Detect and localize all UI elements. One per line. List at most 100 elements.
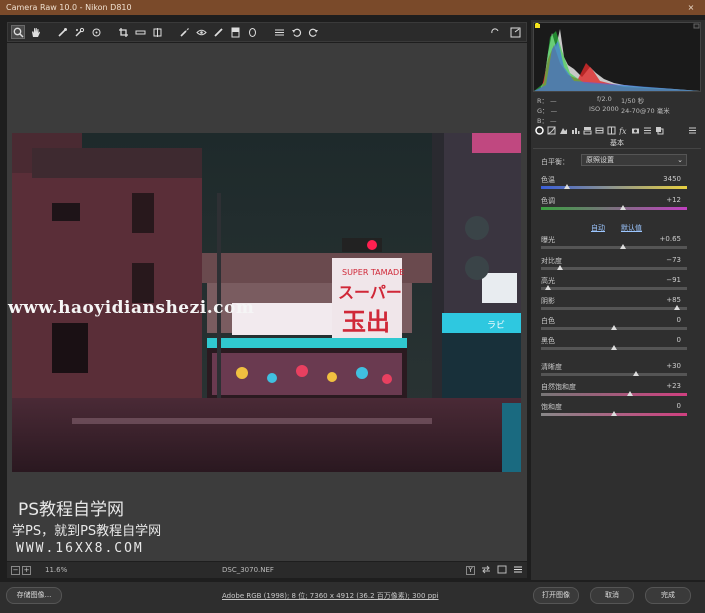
- auto-default-links: 自动 默认值: [591, 223, 642, 233]
- slider-thumb[interactable]: [632, 371, 639, 376]
- cancel-button[interactable]: 取消: [590, 587, 634, 604]
- hand-tool-icon[interactable]: [28, 25, 42, 39]
- menu-icon[interactable]: [513, 565, 523, 576]
- tab-transform-icon[interactable]: [607, 126, 616, 135]
- compare-button[interactable]: Y: [466, 565, 475, 575]
- histogram: [533, 22, 701, 92]
- sign-side: ラビ: [487, 320, 505, 331]
- slider-label: 曝光: [541, 236, 555, 244]
- zoom-controls: − +: [11, 565, 31, 575]
- rotate-right-icon[interactable]: [306, 25, 320, 39]
- tab-effects-icon[interactable]: fx: [618, 126, 628, 136]
- svg-text:fx: fx: [619, 127, 627, 135]
- slider-value[interactable]: 0: [677, 402, 681, 410]
- slider-label: 黑色: [541, 337, 555, 345]
- sign-super: SUPER TAMADE: [342, 268, 404, 277]
- adjustment-brush-icon[interactable]: [211, 25, 225, 39]
- auto-link[interactable]: 自动: [591, 223, 605, 233]
- slider-track[interactable]: [541, 186, 687, 189]
- panel-menu-icon[interactable]: [688, 126, 697, 135]
- crop-tool-icon[interactable]: [116, 25, 130, 39]
- tab-detail-icon[interactable]: [559, 126, 568, 135]
- zoom-level[interactable]: 11.6%: [45, 566, 67, 574]
- spot-removal-icon[interactable]: [177, 25, 191, 39]
- slider-thumb[interactable]: [619, 205, 626, 210]
- footer-bar: 存储图像... Adobe RGB (1998); 8 位; 7360 x 49…: [0, 582, 705, 613]
- slider-label: 清晰度: [541, 363, 562, 371]
- slider-value[interactable]: +30: [666, 362, 681, 370]
- slider-thumb[interactable]: [673, 305, 680, 310]
- slider-track[interactable]: [541, 393, 687, 396]
- tab-snapshots-icon[interactable]: [655, 126, 664, 135]
- panel-tabs: fx: [533, 124, 701, 137]
- workflow-options-link[interactable]: Adobe RGB (1998); 8 位; 7360 x 4912 (36.2…: [222, 591, 439, 601]
- white-balance-select[interactable]: 原照设置 ⌄: [581, 154, 687, 166]
- slider-value[interactable]: 3450: [663, 175, 681, 183]
- straighten-tool-icon[interactable]: [133, 25, 147, 39]
- transform-tool-icon[interactable]: [150, 25, 164, 39]
- file-name: DSC_3070.NEF: [222, 566, 274, 574]
- sign-kanji: 玉出: [342, 308, 390, 336]
- rotate-left-icon[interactable]: [289, 25, 303, 39]
- slider-label: 色温: [541, 176, 555, 184]
- title-bar: Camera Raw 10.0 - Nikon D810 ×: [0, 0, 705, 15]
- slider-value[interactable]: −91: [666, 276, 681, 284]
- slider-track[interactable]: [541, 246, 687, 249]
- white-balance-tool-icon[interactable]: [55, 25, 69, 39]
- white-balance-label: 白平衡：: [541, 158, 569, 166]
- open-image-button[interactable]: 打开图像: [533, 587, 579, 604]
- slider-row: 黑色 0: [541, 336, 687, 356]
- tab-camera-calibration-icon[interactable]: [631, 126, 640, 135]
- slider-thumb[interactable]: [556, 265, 563, 270]
- preferences-icon[interactable]: [272, 25, 286, 39]
- slider-thumb[interactable]: [619, 244, 626, 249]
- slider-value[interactable]: +0.65: [660, 235, 681, 243]
- g-value: —: [550, 107, 558, 115]
- slider-value[interactable]: −73: [666, 256, 681, 264]
- slider-thumb[interactable]: [627, 391, 634, 396]
- slider-thumb[interactable]: [611, 325, 617, 330]
- slider-thumb[interactable]: [564, 184, 571, 189]
- targeted-adjustment-icon[interactable]: [89, 25, 103, 39]
- slider-track[interactable]: [541, 373, 687, 376]
- default-link[interactable]: 默认值: [621, 223, 642, 233]
- slider-value[interactable]: +23: [666, 382, 681, 390]
- fullscreen-icon[interactable]: [508, 25, 522, 39]
- radial-filter-icon[interactable]: [245, 25, 259, 39]
- zoom-tool-icon[interactable]: [11, 25, 25, 39]
- camera-info: R： — f/2.0 1/50 秒 G： — ISO 2000 24-70@70 毫米 …: [537, 95, 699, 125]
- tab-hsl-icon[interactable]: [571, 126, 580, 135]
- color-sampler-tool-icon[interactable]: [72, 25, 86, 39]
- white-balance-value: 原照设置: [586, 156, 614, 164]
- slider-value[interactable]: 0: [677, 316, 681, 324]
- zoom-out-button[interactable]: −: [11, 565, 20, 575]
- done-button[interactable]: 完成: [645, 587, 691, 604]
- tab-tone-curve-icon[interactable]: [547, 126, 556, 135]
- tab-presets-icon[interactable]: [643, 126, 652, 135]
- slider-value[interactable]: +85: [666, 296, 681, 304]
- save-image-button[interactable]: 存储图像...: [6, 587, 62, 604]
- slider-label: 阴影: [541, 297, 555, 305]
- toggle-settings-icon[interactable]: [497, 565, 507, 576]
- slider-track[interactable]: [541, 307, 687, 310]
- tab-lens-icon[interactable]: [595, 126, 604, 135]
- slider-row: 清晰度 +30: [541, 362, 687, 382]
- slider-row: 自然饱和度 +23: [541, 382, 687, 402]
- slider-thumb[interactable]: [545, 285, 552, 290]
- red-eye-icon[interactable]: [194, 25, 208, 39]
- zoom-in-button[interactable]: +: [22, 565, 31, 575]
- slider-track[interactable]: [541, 207, 687, 210]
- slider-value[interactable]: 0: [677, 336, 681, 344]
- graduated-filter-icon[interactable]: [228, 25, 242, 39]
- tab-basic-icon[interactable]: [535, 126, 544, 135]
- slider-track[interactable]: [541, 287, 687, 290]
- iso: ISO 2000: [589, 105, 619, 113]
- tab-split-toning-icon[interactable]: [583, 126, 592, 135]
- toggle-mark-icon[interactable]: [488, 25, 502, 39]
- slider-label: 白色: [541, 317, 555, 325]
- swap-icon[interactable]: [481, 565, 491, 576]
- slider-thumb[interactable]: [611, 411, 617, 416]
- slider-thumb[interactable]: [611, 345, 617, 350]
- slider-value[interactable]: +12: [666, 196, 681, 204]
- close-icon[interactable]: ×: [685, 0, 697, 15]
